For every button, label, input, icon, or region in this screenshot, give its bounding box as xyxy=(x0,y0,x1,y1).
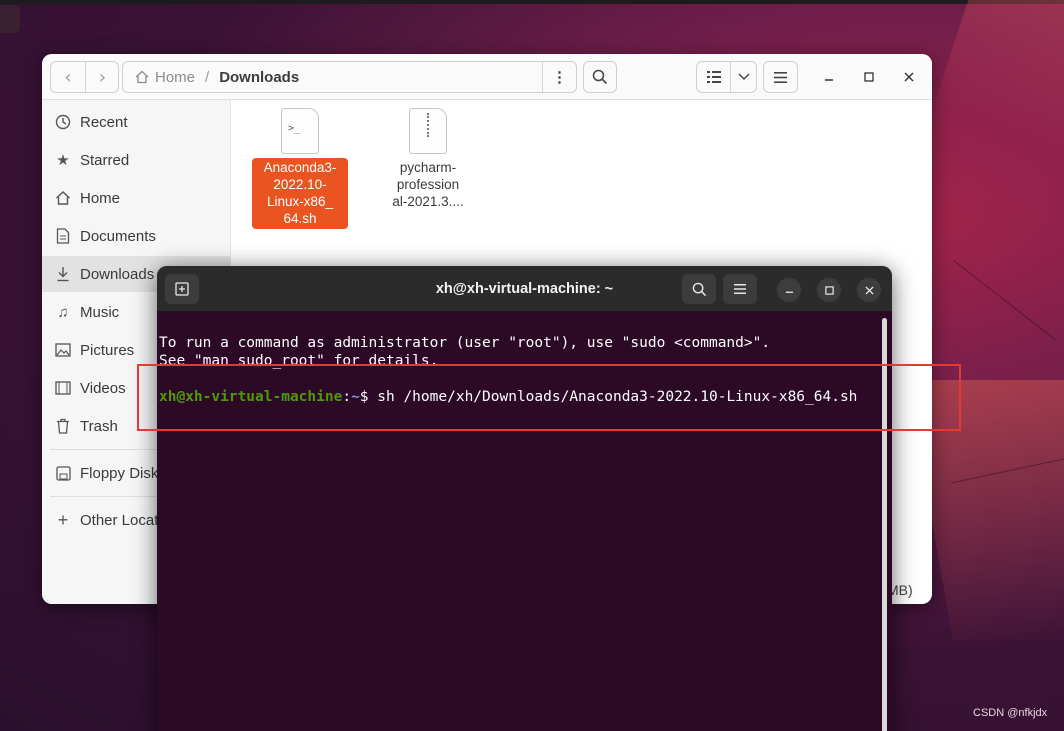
path-current[interactable]: Downloads xyxy=(219,69,299,86)
file-name-line: 64.sh xyxy=(283,211,317,226)
file-name-line: al-2021.3.... xyxy=(392,194,464,209)
file-name-line: Linux-x86_ xyxy=(266,194,334,209)
home-icon xyxy=(53,188,73,208)
dock-edge xyxy=(0,5,20,33)
sidebar-item-label: Pictures xyxy=(80,341,135,359)
sidebar-item-label: Videos xyxy=(80,379,126,397)
floppy-icon xyxy=(53,463,73,483)
terminal-line: To run a command as administrator (user … xyxy=(159,335,771,351)
forward-button[interactable]: › xyxy=(85,62,119,92)
video-icon xyxy=(53,378,73,398)
script-file-icon: >_ xyxy=(281,108,319,154)
maximize-icon xyxy=(824,285,834,295)
minimize-button[interactable] xyxy=(818,66,840,88)
close-icon xyxy=(864,285,874,295)
watermark: CSDN @nfkjdx xyxy=(973,707,1048,719)
path-home[interactable]: Home xyxy=(155,69,195,86)
sidebar-item-label: Recent xyxy=(80,113,128,131)
terminal-maximize-button[interactable] xyxy=(817,278,841,302)
archive-file-icon xyxy=(409,108,447,154)
file-name: Anaconda3- 2022.10- Linux-x86_ 64.sh xyxy=(252,158,348,229)
hamburger-icon xyxy=(774,71,787,83)
path-bar[interactable]: Home / Downloads ⋮ xyxy=(122,61,577,93)
terminal-close-button[interactable] xyxy=(857,278,881,302)
list-view-button[interactable] xyxy=(697,62,730,92)
plus-icon: + xyxy=(57,509,69,530)
chevron-down-icon xyxy=(738,73,750,81)
search-icon xyxy=(592,69,608,85)
search-button[interactable] xyxy=(583,61,617,93)
sidebar-item-recent[interactable]: Recent xyxy=(42,104,231,140)
path-separator: / xyxy=(205,68,210,86)
list-view-icon xyxy=(706,71,721,83)
minimize-icon xyxy=(785,291,793,293)
system-top-bar xyxy=(0,0,1064,4)
sidebar-item-label: Other Locat xyxy=(80,511,159,529)
sidebar-item-label: Documents xyxy=(80,227,156,245)
file-name-line: pycharm- xyxy=(399,160,457,175)
download-icon xyxy=(53,264,73,284)
new-tab-button[interactable] xyxy=(165,274,199,304)
terminal-header: xh@xh-virtual-machine: ~ xyxy=(157,266,892,312)
clock-icon xyxy=(53,112,73,132)
home-icon xyxy=(135,70,149,84)
vertical-dots-icon: ⋮ xyxy=(552,69,567,86)
minimize-icon xyxy=(825,79,833,81)
file-item[interactable]: >_ Anaconda3- 2022.10- Linux-x86_ 64.sh xyxy=(252,108,348,229)
chevron-left-icon: ‹ xyxy=(64,66,72,88)
view-options-button[interactable] xyxy=(730,62,757,92)
file-item[interactable]: pycharm- profession al-2021.3.... xyxy=(380,108,476,212)
file-name-line: 2022.10- xyxy=(273,177,327,192)
file-name-line: profession xyxy=(396,177,460,192)
maximize-button[interactable] xyxy=(858,66,880,88)
back-button[interactable]: ‹ xyxy=(51,62,85,92)
file-name: pycharm- profession al-2021.3.... xyxy=(380,158,476,212)
new-tab-icon xyxy=(175,282,189,296)
star-icon: ★ xyxy=(56,152,70,169)
terminal-search-button[interactable] xyxy=(682,274,716,304)
sidebar-item-home[interactable]: Home xyxy=(42,180,231,216)
menu-button[interactable] xyxy=(763,61,798,93)
path-menu-button[interactable]: ⋮ xyxy=(542,62,576,92)
search-icon xyxy=(692,282,706,296)
close-button[interactable] xyxy=(898,66,920,88)
chevron-right-icon: › xyxy=(98,66,107,88)
sidebar-item-label: Downloads xyxy=(80,265,155,283)
hamburger-icon xyxy=(734,284,746,294)
terminal-window: xh@xh-virtual-machine: ~ To run a comman… xyxy=(157,266,892,731)
sidebar-item-label: Music xyxy=(80,303,120,321)
terminal-menu-button[interactable] xyxy=(723,274,757,304)
annotation-highlight-box xyxy=(137,364,961,431)
sidebar-item-documents[interactable]: Documents xyxy=(42,218,231,254)
sidebar-item-starred[interactable]: ★ Starred xyxy=(42,142,231,178)
picture-icon xyxy=(53,340,73,360)
terminal-minimize-button[interactable] xyxy=(777,278,801,302)
file-name-line: Anaconda3- xyxy=(263,160,337,175)
trash-icon xyxy=(53,416,73,436)
close-icon xyxy=(904,72,914,82)
music-icon: ♫ xyxy=(57,303,69,321)
document-icon xyxy=(53,226,73,246)
file-manager-header: ‹ › Home / Downloads ⋮ xyxy=(42,54,932,100)
sidebar-item-label: Starred xyxy=(80,151,130,169)
sidebar-item-label: Home xyxy=(80,189,121,207)
sidebar-item-label: Floppy Disk xyxy=(80,464,159,482)
sidebar-item-label: Trash xyxy=(80,417,118,435)
maximize-icon xyxy=(864,72,874,82)
